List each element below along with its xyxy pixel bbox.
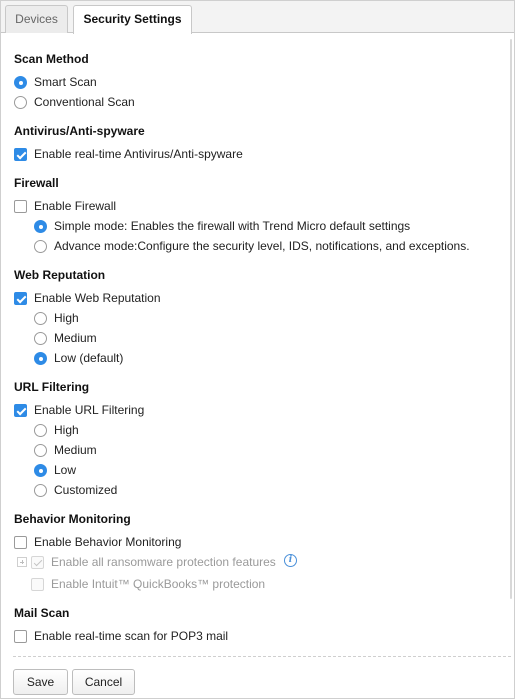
- smart-scan-label: Smart Scan: [34, 75, 97, 89]
- url-filtering-high-option[interactable]: High: [34, 421, 184, 439]
- cancel-button[interactable]: Cancel: [72, 669, 135, 695]
- firewall-advance-mode-option[interactable]: Advance mode:Configure the security leve…: [34, 237, 504, 255]
- web-reputation-high-label: High: [54, 311, 79, 325]
- firewall-advance-mode-label: Advance mode:Configure the security leve…: [54, 239, 470, 253]
- ransomware-protection-label: Enable all ransomware protection feature…: [51, 555, 276, 569]
- quickbooks-protection-checkbox: [31, 578, 44, 591]
- scan-method-heading: Scan Method: [14, 52, 89, 66]
- mail-scan-enable-checkbox[interactable]: [14, 630, 27, 643]
- url-filtering-enable-label: Enable URL Filtering: [34, 403, 145, 417]
- info-icon[interactable]: i: [284, 554, 297, 567]
- security-settings-panel: Devices Security Settings Scan Method Sm…: [0, 0, 515, 699]
- mail-scan-heading: Mail Scan: [14, 606, 70, 620]
- url-filtering-low-radio[interactable]: [34, 464, 47, 477]
- firewall-advance-mode-radio[interactable]: [34, 240, 47, 253]
- vertical-scrollbar[interactable]: [510, 39, 512, 599]
- antivirus-enable-option[interactable]: Enable real-time Antivirus/Anti-spyware: [14, 145, 314, 163]
- ransomware-protection-option: Enable all ransomware protection feature…: [17, 553, 307, 571]
- web-reputation-high-radio[interactable]: [34, 312, 47, 325]
- firewall-simple-mode-radio[interactable]: [34, 220, 47, 233]
- scan-method-conventional-option[interactable]: Conventional Scan: [14, 93, 214, 111]
- web-reputation-medium-radio[interactable]: [34, 332, 47, 345]
- web-reputation-low-radio[interactable]: [34, 352, 47, 365]
- firewall-simple-mode-label: Simple mode: Enables the firewall with T…: [54, 219, 411, 233]
- behavior-monitoring-enable-option[interactable]: Enable Behavior Monitoring: [14, 533, 254, 551]
- firewall-heading: Firewall: [14, 176, 59, 190]
- url-filtering-high-radio[interactable]: [34, 424, 47, 437]
- save-button[interactable]: Save: [13, 669, 68, 695]
- quickbooks-protection-option: Enable Intuit™ QuickBooks™ protection: [31, 575, 291, 593]
- url-filtering-low-label: Low: [54, 463, 77, 477]
- conventional-scan-label: Conventional Scan: [34, 95, 135, 109]
- url-filtering-customized-radio[interactable]: [34, 484, 47, 497]
- tab-bar: Devices Security Settings: [1, 1, 514, 34]
- mail-scan-enable-label: Enable real-time scan for POP3 mail: [34, 629, 229, 643]
- antivirus-enable-label: Enable real-time Antivirus/Anti-spyware: [34, 147, 243, 161]
- behavior-monitoring-heading: Behavior Monitoring: [14, 512, 131, 526]
- url-filtering-enable-checkbox[interactable]: [14, 404, 27, 417]
- antivirus-enable-checkbox[interactable]: [14, 148, 27, 161]
- url-filtering-low-option[interactable]: Low: [34, 461, 184, 479]
- web-reputation-enable-checkbox[interactable]: [14, 292, 27, 305]
- firewall-enable-label: Enable Firewall: [34, 199, 117, 213]
- web-reputation-medium-option[interactable]: Medium: [34, 329, 184, 347]
- web-reputation-medium-label: Medium: [54, 331, 97, 345]
- url-filtering-customized-option[interactable]: Customized: [34, 481, 184, 499]
- web-reputation-high-option[interactable]: High: [34, 309, 184, 327]
- url-filtering-heading: URL Filtering: [14, 380, 90, 394]
- firewall-enable-option[interactable]: Enable Firewall: [14, 197, 214, 215]
- scan-method-smart-option[interactable]: Smart Scan: [14, 73, 214, 91]
- web-reputation-heading: Web Reputation: [14, 268, 106, 282]
- firewall-simple-mode-option[interactable]: Simple mode: Enables the firewall with T…: [34, 217, 494, 235]
- web-reputation-low-label: Low (default): [54, 351, 124, 365]
- url-filtering-customized-label: Customized: [54, 483, 118, 497]
- mail-scan-enable-option[interactable]: Enable real-time scan for POP3 mail: [14, 627, 274, 645]
- web-reputation-enable-label: Enable Web Reputation: [34, 291, 161, 305]
- web-reputation-enable-option[interactable]: Enable Web Reputation: [14, 289, 234, 307]
- antivirus-heading: Antivirus/Anti-spyware: [14, 124, 145, 138]
- conventional-scan-radio[interactable]: [14, 96, 27, 109]
- url-filtering-medium-label: Medium: [54, 443, 97, 457]
- url-filtering-high-label: High: [54, 423, 79, 437]
- url-filtering-medium-option[interactable]: Medium: [34, 441, 184, 459]
- url-filtering-medium-radio[interactable]: [34, 444, 47, 457]
- behavior-monitoring-enable-checkbox[interactable]: [14, 536, 27, 549]
- smart-scan-radio[interactable]: [14, 76, 27, 89]
- tab-security-settings[interactable]: Security Settings: [73, 5, 192, 34]
- firewall-enable-checkbox[interactable]: [14, 200, 27, 213]
- behavior-monitoring-enable-label: Enable Behavior Monitoring: [34, 535, 182, 549]
- web-reputation-low-option[interactable]: Low (default): [34, 349, 184, 367]
- quickbooks-protection-label: Enable Intuit™ QuickBooks™ protection: [51, 577, 266, 591]
- url-filtering-enable-option[interactable]: Enable URL Filtering: [14, 401, 234, 419]
- ransomware-protection-checkbox: [31, 556, 44, 569]
- tab-devices[interactable]: Devices: [5, 5, 68, 33]
- footer-divider: [13, 656, 511, 657]
- expand-icon[interactable]: [17, 557, 27, 567]
